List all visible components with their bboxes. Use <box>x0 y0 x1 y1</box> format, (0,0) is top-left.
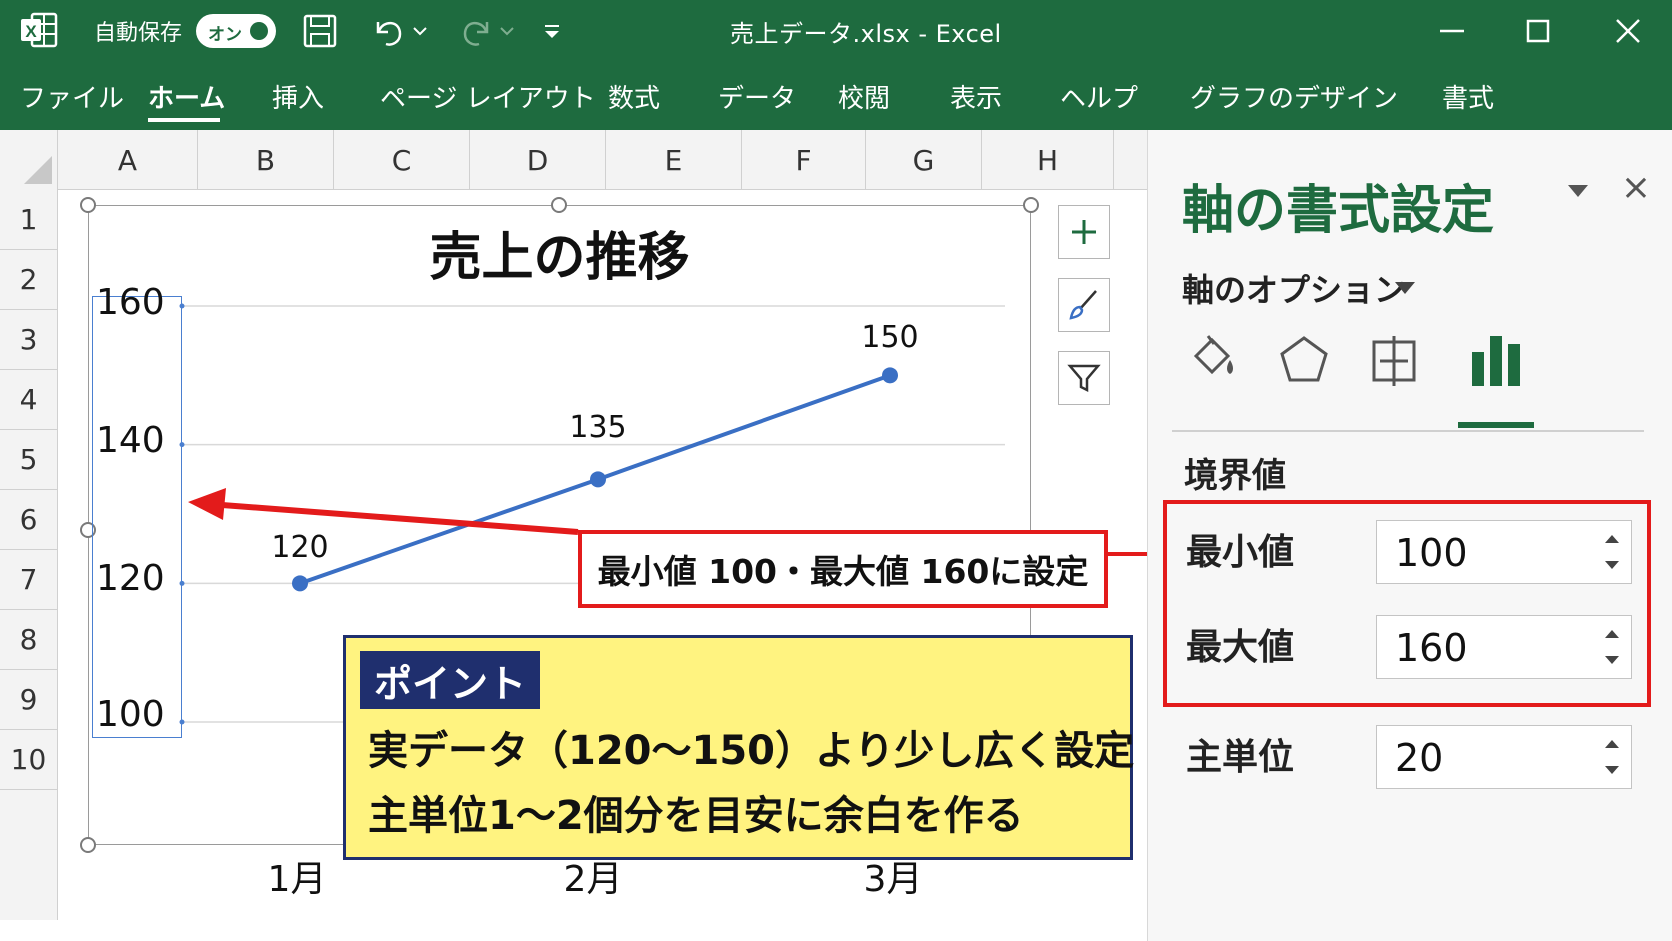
major-unit-input[interactable]: 20 <box>1376 725 1632 789</box>
callout-arrow-line <box>221 502 579 535</box>
axis-options-dropdown[interactable]: 軸のオプション <box>1182 265 1406 311</box>
size-properties-icon[interactable] <box>1364 330 1424 390</box>
data-point-1月 <box>292 575 308 592</box>
major-unit-label: 主単位 <box>1186 737 1295 778</box>
minimize-icon[interactable] <box>1432 10 1472 52</box>
y-tick-label-160: 160 <box>96 282 165 323</box>
axis-setting-callout-text: 最小値 100・最大値 160に設定 <box>597 552 1089 591</box>
fill-line-icon[interactable] <box>1184 330 1244 390</box>
data-label-jan: 120 <box>271 530 329 565</box>
filter-icon <box>1067 364 1101 393</box>
tab-chart-design[interactable]: グラフのデザイン <box>1190 62 1398 130</box>
bounds-section-heading: 境界値 <box>1184 456 1286 496</box>
x-label-jan: 1月 <box>267 859 327 900</box>
excel-window: X 自動保存 オン 売上データ.xlsx - Excel ファイル ホーム 挿入… <box>0 0 1672 941</box>
axis-options-tab-indicator <box>1458 422 1534 428</box>
pane-separator <box>1172 430 1644 432</box>
data-label-mar: 150 <box>861 320 919 355</box>
y-tick-label-120: 120 <box>96 558 165 599</box>
axis-options-icon[interactable] <box>1466 330 1526 390</box>
bounds-highlight-box <box>1163 500 1651 707</box>
point-line-1: 実データ（120～150）より少し広く設定 <box>368 728 1135 774</box>
data-point-2月 <box>590 471 606 488</box>
chart-elements-button[interactable] <box>1058 205 1110 259</box>
chart-filters-button[interactable] <box>1058 351 1110 405</box>
brush-icon <box>1069 290 1097 320</box>
point-note-box: ポイント 実データ（120～150）より少し広く設定 主単位1～2個分を目安に余… <box>343 635 1135 860</box>
pane-title: 軸の書式設定 <box>1182 181 1495 241</box>
vertical-axis-selection[interactable] <box>92 296 182 738</box>
plus-icon <box>1072 220 1096 244</box>
data-point-3月 <box>882 367 898 384</box>
callout-arrow-head <box>188 488 226 520</box>
axis-setting-callout: 最小値 100・最大値 160に設定 <box>578 530 1108 608</box>
major-unit-value: 20 <box>1395 736 1444 780</box>
y-tick-label-140: 140 <box>96 420 165 461</box>
y-tick-label-100: 100 <box>96 694 165 735</box>
axis-options-chevron-icon[interactable] <box>1395 282 1415 294</box>
pane-close-icon[interactable]: × <box>1618 170 1654 206</box>
tab-format[interactable]: 書式 <box>1442 62 1494 130</box>
point-line-2: 主単位1～2個分を目安に余白を作る <box>368 793 1024 839</box>
data-label-feb: 135 <box>569 410 627 445</box>
effects-icon[interactable] <box>1274 330 1334 390</box>
major-unit-spin-up-icon[interactable] <box>1605 740 1619 748</box>
close-icon[interactable] <box>1608 10 1648 52</box>
pane-options-dropdown-icon[interactable] <box>1568 185 1588 197</box>
maximize-icon[interactable] <box>1518 10 1558 52</box>
major-unit-spin-down-icon[interactable] <box>1605 766 1619 774</box>
point-tag: ポイント <box>360 651 541 709</box>
chart-styles-button[interactable] <box>1058 278 1110 332</box>
